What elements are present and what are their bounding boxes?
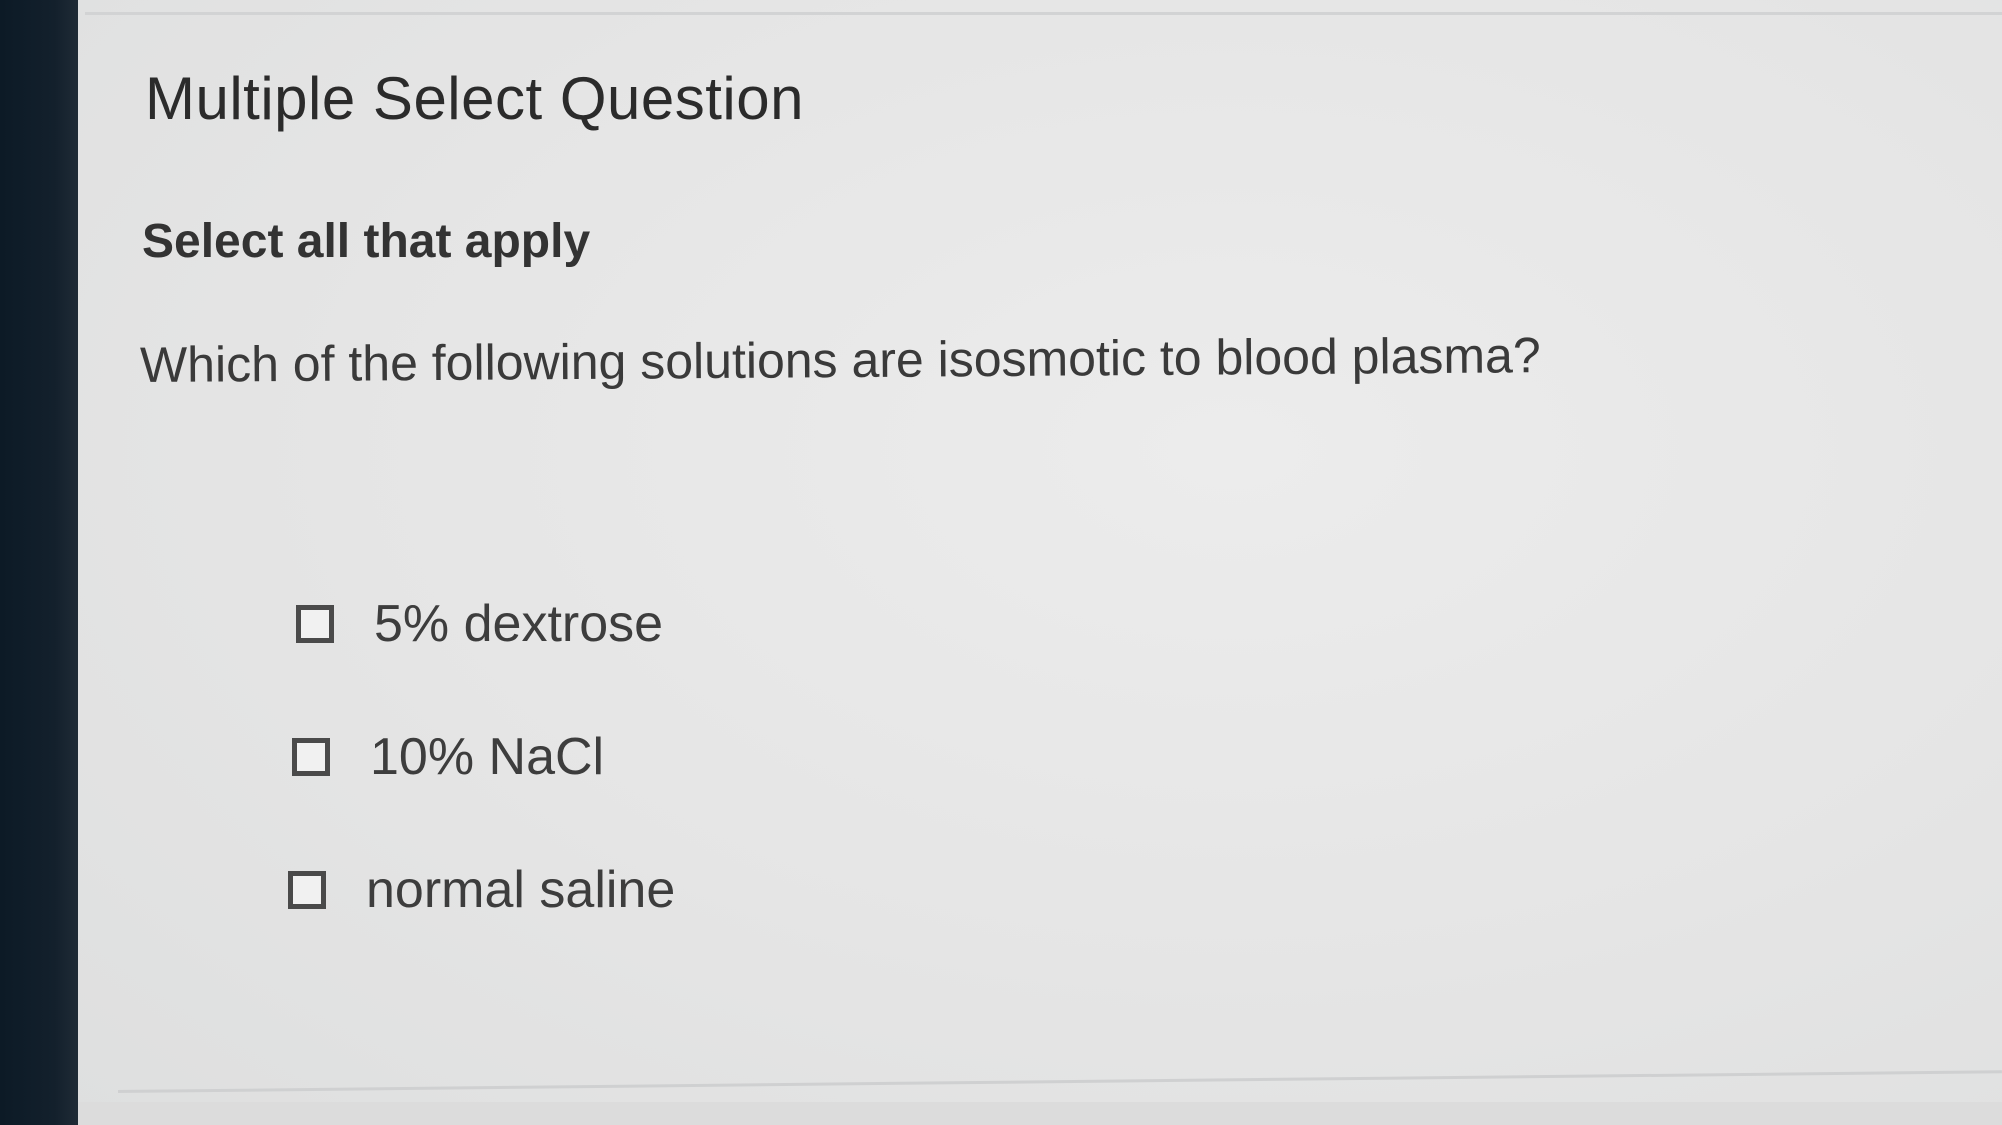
option-label-10-percent-nacl: 10% NaCl <box>370 728 605 786</box>
top-divider <box>85 12 2002 15</box>
checkbox-normal-saline[interactable] <box>288 871 326 909</box>
question-prompt: Which of the following solutions are iso… <box>139 327 1541 393</box>
checkbox-10-percent-nacl[interactable] <box>292 738 330 776</box>
checkbox-5-percent-dextrose[interactable] <box>296 605 334 643</box>
answer-option-10-percent-nacl[interactable]: 10% NaCl <box>292 727 675 787</box>
answer-option-5-percent-dextrose[interactable]: 5% dextrose <box>296 594 675 654</box>
screen-left-bezel <box>0 0 78 1125</box>
panel-footer-strip <box>78 1102 2002 1125</box>
answer-option-normal-saline[interactable]: normal saline <box>288 860 675 920</box>
option-label-5-percent-dextrose: 5% dextrose <box>374 595 664 653</box>
question-type-heading: Multiple Select Question <box>145 65 804 132</box>
answer-options-list: 5% dextrose 10% NaCl normal saline <box>288 594 675 993</box>
instruction-text: Select all that apply <box>142 215 591 268</box>
option-label-normal-saline: normal saline <box>366 861 676 919</box>
